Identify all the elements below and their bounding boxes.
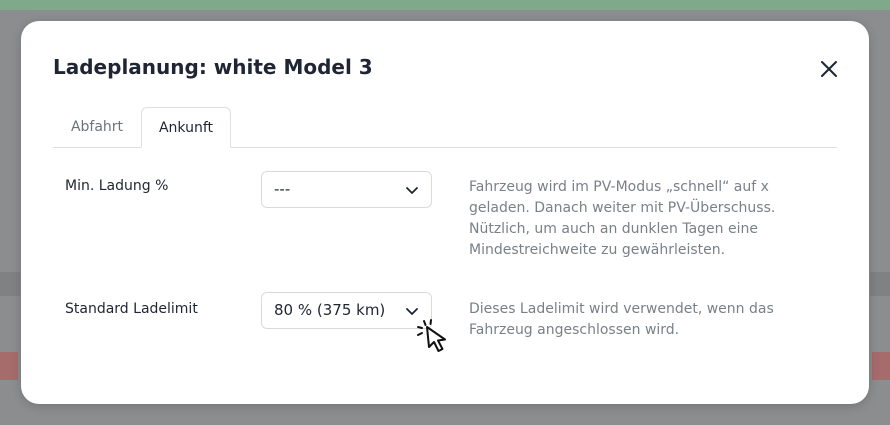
min-charge-select[interactable]: --- xyxy=(261,171,432,208)
tab-departure[interactable]: Abfahrt xyxy=(53,107,141,147)
min-charge-label: Min. Ladung % xyxy=(65,178,169,194)
pointer-cursor-icon xyxy=(417,319,446,352)
background-indicator xyxy=(872,352,890,380)
close-button[interactable] xyxy=(817,57,841,81)
tab-bar: Abfahrt Ankunft xyxy=(53,107,837,148)
background-header-strip xyxy=(0,0,890,10)
default-limit-select[interactable]: 80 % (375 km) xyxy=(261,292,432,329)
background-band xyxy=(0,272,20,296)
charging-plan-dialog: Ladeplanung: white Model 3 Abfahrt Ankun… xyxy=(21,21,869,404)
default-limit-help-text: Dieses Ladelimit wird verwendet, wenn da… xyxy=(469,301,774,338)
tab-arrival[interactable]: Ankunft xyxy=(141,107,231,148)
dialog-title: Ladeplanung: white Model 3 xyxy=(53,55,373,79)
default-limit-label: Standard Ladelimit xyxy=(65,301,198,317)
background-indicator xyxy=(0,352,18,380)
min-charge-value: --- xyxy=(274,180,291,198)
min-charge-help-text: Fahrzeug wird im PV-Modus „schnell“ auf … xyxy=(469,179,776,258)
chevron-down-icon xyxy=(406,187,418,194)
background-band xyxy=(870,272,890,296)
close-icon xyxy=(821,61,837,77)
default-limit-value: 80 % (375 km) xyxy=(274,301,386,319)
